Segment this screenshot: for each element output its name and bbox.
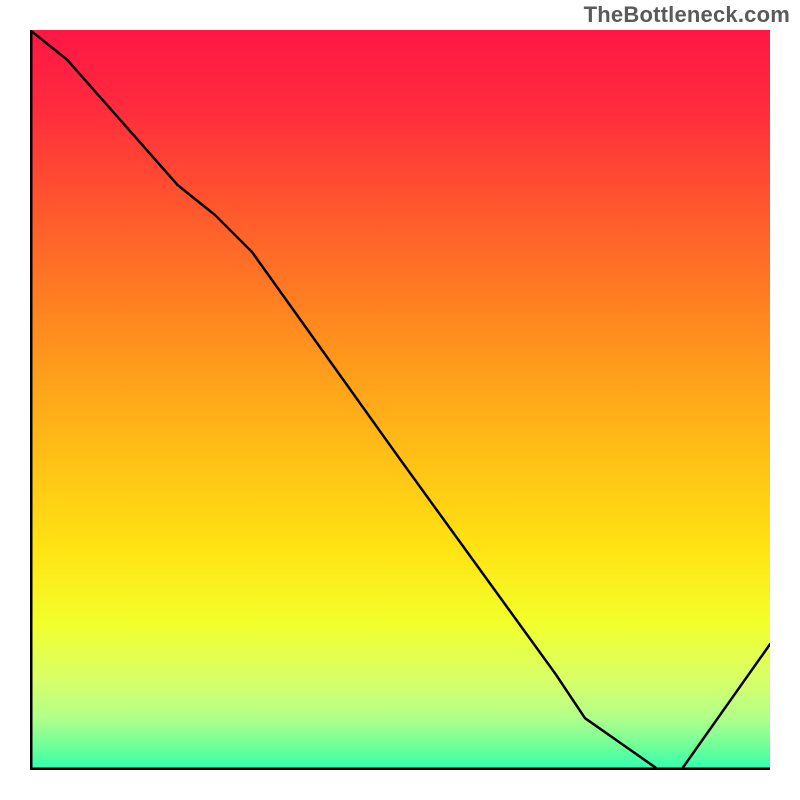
chart-svg — [30, 30, 770, 770]
chart-background-gradient — [30, 30, 770, 770]
watermark-text: TheBottleneck.com — [584, 2, 790, 28]
chart-container: TheBottleneck.com — [0, 0, 800, 800]
chart-plot-area — [30, 30, 770, 770]
